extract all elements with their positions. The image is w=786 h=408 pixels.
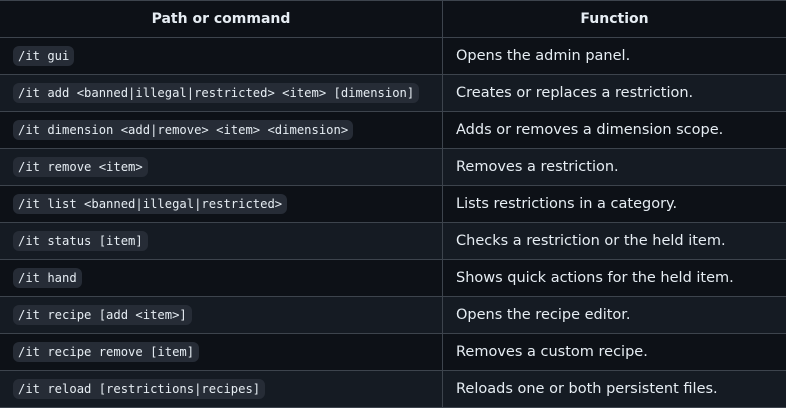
function-cell: Adds or removes a dimension scope. xyxy=(443,112,786,149)
table-row: /it add <banned|illegal|restricted> <ite… xyxy=(0,75,786,112)
command-cell: /it gui xyxy=(0,38,443,75)
table-row: /it reload [restrictions|recipes] Reload… xyxy=(0,371,786,408)
function-cell: Removes a restriction. xyxy=(443,149,786,186)
function-cell: Reloads one or both persistent files. xyxy=(443,371,786,408)
command-code: /it gui xyxy=(13,46,74,66)
header-path-or-command: Path or command xyxy=(0,1,443,38)
command-cell: /it reload [restrictions|recipes] xyxy=(0,371,443,408)
command-cell: /it list <banned|illegal|restricted> xyxy=(0,186,443,223)
command-cell: /it hand xyxy=(0,260,443,297)
command-code: /it list <banned|illegal|restricted> xyxy=(13,194,287,214)
table-row: /it list <banned|illegal|restricted> Lis… xyxy=(0,186,786,223)
function-cell: Lists restrictions in a category. xyxy=(443,186,786,223)
command-cell: /it status [item] xyxy=(0,223,443,260)
table-row: /it dimension <add|remove> <item> <dimen… xyxy=(0,112,786,149)
function-cell: Shows quick actions for the held item. xyxy=(443,260,786,297)
function-cell: Opens the recipe editor. xyxy=(443,297,786,334)
header-row: Path or command Function xyxy=(0,1,786,38)
table-row: /it status [item] Checks a restriction o… xyxy=(0,223,786,260)
command-cell: /it dimension <add|remove> <item> <dimen… xyxy=(0,112,443,149)
table-row: /it remove <item> Removes a restriction. xyxy=(0,149,786,186)
table-header: Path or command Function xyxy=(0,1,786,38)
command-code: /it recipe [add <item>] xyxy=(13,305,192,325)
command-code: /it hand xyxy=(13,268,82,288)
command-code: /it status [item] xyxy=(13,231,148,251)
table-row: /it gui Opens the admin panel. xyxy=(0,38,786,75)
command-cell: /it recipe [add <item>] xyxy=(0,297,443,334)
command-code: /it recipe remove [item] xyxy=(13,342,199,362)
function-cell: Checks a restriction or the held item. xyxy=(443,223,786,260)
command-code: /it reload [restrictions|recipes] xyxy=(13,379,265,399)
function-cell: Opens the admin panel. xyxy=(443,38,786,75)
function-cell: Removes a custom recipe. xyxy=(443,334,786,371)
table-row: /it recipe [add <item>] Opens the recipe… xyxy=(0,297,786,334)
command-code: /it remove <item> xyxy=(13,157,148,177)
command-cell: /it remove <item> xyxy=(0,149,443,186)
command-code: /it add <banned|illegal|restricted> <ite… xyxy=(13,83,419,103)
table-body: /it gui Opens the admin panel. /it add <… xyxy=(0,38,786,408)
function-cell: Creates or replaces a restriction. xyxy=(443,75,786,112)
header-function: Function xyxy=(443,1,786,38)
table-row: /it hand Shows quick actions for the hel… xyxy=(0,260,786,297)
command-cell: /it recipe remove [item] xyxy=(0,334,443,371)
table-row: /it recipe remove [item] Removes a custo… xyxy=(0,334,786,371)
command-code: /it dimension <add|remove> <item> <dimen… xyxy=(13,120,353,140)
command-cell: /it add <banned|illegal|restricted> <ite… xyxy=(0,75,443,112)
commands-table: Path or command Function /it gui Opens t… xyxy=(0,0,786,408)
